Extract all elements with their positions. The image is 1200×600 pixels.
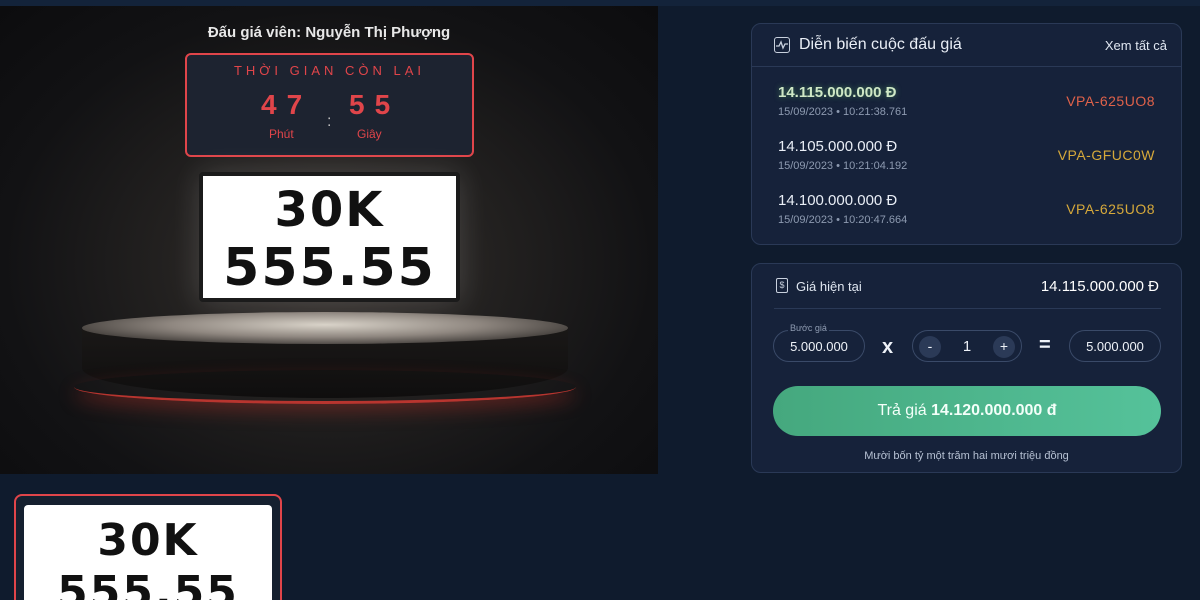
place-bid-button[interactable]: Trả giá 14.120.000.000 đ xyxy=(773,386,1161,436)
total-step-value: 5.000.000 xyxy=(1086,339,1144,354)
timer-minutes: 47 xyxy=(261,89,313,120)
bid-history-header: Diễn biến cuộc đấu giá Xem tất cả xyxy=(752,24,1181,67)
countdown-timer: THỜI GIAN CÒN LẠI 47 Phút : 55 Giây xyxy=(185,53,474,157)
receipt-dollar-icon: $ xyxy=(776,278,788,293)
see-all-link[interactable]: Xem tất cả xyxy=(1105,38,1167,53)
timer-minutes-label: Phút xyxy=(269,127,294,141)
license-plate: 30K 555.55 xyxy=(199,172,460,302)
timer-title: THỜI GIAN CÒN LẠI xyxy=(233,63,426,78)
bid-time: 15/09/2023 • 10:20:47.664 xyxy=(778,214,908,226)
bid-amount: 14.100.000.000 Đ xyxy=(778,192,898,209)
quantity-stepper: - 1 + xyxy=(912,330,1022,362)
bid-panel: $ Giá hiện tại 14.115.000.000 Đ Bước giá… xyxy=(751,263,1182,473)
auction-stage: Đấu giá viên: Nguyễn Thị Phượng THỜI GIA… xyxy=(0,6,658,474)
thumbnail-plate: 30K 555.55 xyxy=(24,505,272,600)
bid-row: 14.100.000.000 Đ 15/09/2023 • 10:20:47.6… xyxy=(752,192,1181,244)
amount-in-words: Mười bốn tỷ một trăm hai mươi triệu đồng xyxy=(864,450,1069,462)
bidder-code: VPA-625UO8 xyxy=(1066,201,1155,217)
bid-time: 15/09/2023 • 10:21:04.192 xyxy=(778,160,908,172)
bid-row: 14.115.000.000 Đ 15/09/2023 • 10:21:38.7… xyxy=(752,84,1181,136)
podium-glow xyxy=(74,370,576,404)
plate-line-2: 555.55 xyxy=(223,238,436,298)
bid-step-field: Bước giá 5.000.000 xyxy=(773,323,865,362)
bid-step-label: Bước giá xyxy=(788,323,829,333)
plate-thumbnail[interactable]: 30K 555.55 xyxy=(14,494,282,600)
bid-amount: 14.105.000.000 Đ xyxy=(778,138,898,155)
equals-sign: = xyxy=(1039,334,1051,356)
bid-row: 14.105.000.000 Đ 15/09/2023 • 10:21:04.1… xyxy=(752,138,1181,190)
increment-button[interactable]: + xyxy=(993,336,1015,358)
timer-seconds: 55 xyxy=(349,89,401,120)
total-step-field: 5.000.000 xyxy=(1069,330,1161,362)
plate-line-1: 30K xyxy=(274,182,385,238)
thumbnail-line-2: 555.55 xyxy=(57,567,239,600)
bid-history-title: Diễn biến cuộc đấu giá xyxy=(799,36,962,53)
timer-separator: : xyxy=(327,113,332,130)
bidder-code: VPA-GFUC0W xyxy=(1057,147,1155,163)
auctioneer-name: Đấu giá viên: Nguyễn Thị Phượng xyxy=(207,24,451,41)
activity-chart-icon xyxy=(774,37,790,53)
multiply-sign: x xyxy=(882,336,894,358)
bid-step-value: 5.000.000 xyxy=(790,339,848,354)
place-bid-amount: 14.120.000.000 đ xyxy=(931,402,1057,419)
bidder-code: VPA-625UO8 xyxy=(1066,93,1155,109)
current-price-value: 14.115.000.000 Đ xyxy=(1040,278,1159,295)
place-bid-label: Trả giá xyxy=(877,402,927,419)
bid-amount: 14.115.000.000 Đ xyxy=(778,84,897,101)
thumbnail-line-1: 30K xyxy=(97,515,199,566)
current-price-label: Giá hiện tại xyxy=(796,279,862,294)
timer-seconds-label: Giây xyxy=(357,127,382,141)
bid-time: 15/09/2023 • 10:21:38.761 xyxy=(778,106,908,118)
podium-top xyxy=(82,312,568,344)
bid-history-panel: Diễn biến cuộc đấu giá Xem tất cả 14.115… xyxy=(751,23,1182,245)
divider xyxy=(774,308,1161,309)
